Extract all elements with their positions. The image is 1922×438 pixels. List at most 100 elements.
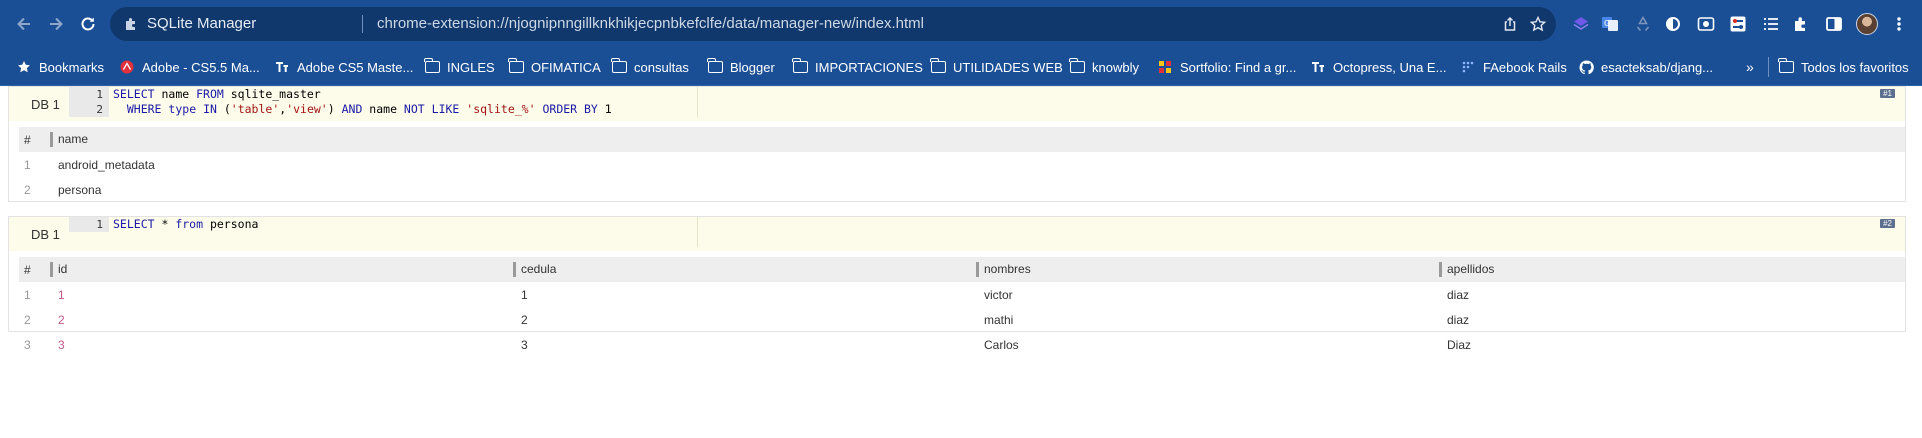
bookmark-label: Octopress, Una E... <box>1333 59 1447 75</box>
bookmark-folder-consultas[interactable]: consultas <box>610 58 689 76</box>
share-icon[interactable] <box>1501 15 1519 33</box>
forward-icon[interactable] <box>44 12 68 36</box>
sql-editor[interactable]: 1 SELECT * from persona <box>69 217 699 251</box>
circle-extension-icon[interactable] <box>1663 14 1683 34</box>
bookmark-sortfolio[interactable]: Sortfolio: Find a gr... <box>1157 58 1296 76</box>
translate-icon[interactable]: G <box>1600 14 1620 34</box>
column-header[interactable]: id <box>45 257 508 282</box>
url-text[interactable]: chrome-extension://njognipnngillknkhikje… <box>377 15 924 32</box>
sql-line-2: WHERE type IN ('table','view') AND name … <box>126 102 612 116</box>
reload-icon[interactable] <box>76 12 100 36</box>
column-header[interactable]: # <box>19 127 45 152</box>
row-number: 1 <box>24 287 31 302</box>
results-table: # id cedula nombres apellidos 1 1 1 vict… <box>19 257 1905 357</box>
row-number: 2 <box>24 312 31 327</box>
folder-icon <box>507 58 524 74</box>
table-cell: mathi <box>984 312 1014 327</box>
extensions-puzzle-icon[interactable] <box>1791 14 1811 34</box>
column-header-label: # <box>24 132 31 147</box>
bookmark-folder-ofimatica[interactable]: OFIMATICA <box>507 58 601 76</box>
table-row[interactable]: 1 1 1 victor diaz <box>19 282 1905 307</box>
table-cell: Carlos <box>984 337 1019 352</box>
bookmark-label: consultas <box>634 59 689 75</box>
line-number: 2 <box>69 102 109 117</box>
bookmark-label: FAebook Rails <box>1483 59 1567 75</box>
table-row[interactable]: 1 android_metadata <box>19 152 1905 177</box>
bookmark-adobe-cs5[interactable]: Adobe CS5 Maste... <box>274 58 413 76</box>
column-resize-handle[interactable] <box>976 262 979 278</box>
omnibox-divider <box>362 15 363 33</box>
bookmarks-overflow-button[interactable]: » <box>1746 58 1754 76</box>
table-cell: diaz <box>1447 287 1470 302</box>
bookmark-label: OFIMATICA <box>531 59 601 75</box>
table-row[interactable]: 2 persona <box>19 177 1905 202</box>
bookmark-label: esacteksab/djang... <box>1601 59 1714 75</box>
query-header: DB 1 1 2 SELECT name FROM sqlite_master … <box>9 87 1905 121</box>
bookmark-all-bookmarks[interactable]: Todos los favoritos <box>1777 58 1909 76</box>
column-header-label: cedula <box>521 261 557 276</box>
sql-editor[interactable]: 1 2 SELECT name FROM sqlite_master WHERE… <box>69 87 699 121</box>
site-name: SQLite Manager <box>147 15 257 32</box>
bookmark-faebook-rails[interactable]: FAebook Rails <box>1460 58 1567 76</box>
column-resize-handle[interactable] <box>1439 262 1442 278</box>
bookmark-github-esacteksab[interactable]: esacteksab/djang... <box>1578 58 1713 76</box>
query-header: DB 1 1 SELECT * from persona #2 <box>9 217 1905 251</box>
header-row: # id cedula nombres apellidos <box>19 257 1905 282</box>
column-header-label: name <box>58 131 89 146</box>
bookmark-star-icon[interactable] <box>1529 15 1547 33</box>
bookmark-label: knowbly <box>1092 59 1139 75</box>
table-cell: 1 <box>521 287 528 302</box>
line-number: 1 <box>69 217 109 232</box>
header-row: # name <box>19 127 1905 152</box>
recycle-icon[interactable] <box>1633 14 1653 34</box>
column-header-label: nombres <box>984 261 1031 276</box>
grid-icon <box>1157 60 1173 74</box>
row-number: 2 <box>24 182 31 197</box>
column-resize-handle[interactable] <box>50 262 53 278</box>
query-badge: #1 <box>1880 89 1895 98</box>
bookmarks-bar: Bookmarks Adobe - CS5.5 Ma... Adobe CS5 … <box>0 48 1922 86</box>
bookmark-folder-importaciones[interactable]: IMPORTACIONES <box>791 58 923 76</box>
table-cell: 3 <box>521 337 528 352</box>
back-icon[interactable] <box>12 12 36 36</box>
bookmark-label: Bookmarks <box>39 59 105 75</box>
column-header[interactable]: cedula <box>508 257 971 282</box>
bookmark-folder-blogger[interactable]: Blogger <box>706 58 775 76</box>
bookmark-folder-ingles[interactable]: INGLES <box>423 58 495 76</box>
column-header-label: apellidos <box>1447 261 1495 276</box>
profile-avatar[interactable] <box>1856 13 1878 35</box>
editor-edge <box>697 87 698 117</box>
media-extension-icon[interactable] <box>1696 14 1716 34</box>
github-icon <box>1578 59 1594 74</box>
column-resize-handle[interactable] <box>50 132 53 148</box>
bookmark-adobe-cs55[interactable]: Adobe - CS5.5 Ma... <box>119 58 260 76</box>
adobe-icon <box>119 60 135 74</box>
browser-toolbar: SQLite Manager chrome-extension://njogni… <box>0 0 1922 48</box>
address-bar[interactable]: SQLite Manager chrome-extension://njogni… <box>110 7 1556 41</box>
editor-edge <box>697 217 698 247</box>
table-row[interactable]: 3 3 3 Carlos Diaz <box>19 332 1905 357</box>
toggle-extension-icon[interactable] <box>1728 14 1748 34</box>
column-header[interactable]: name <box>45 127 1905 152</box>
line-number: 1 <box>69 87 109 102</box>
bookmark-bookmarks[interactable]: Bookmarks <box>16 58 104 76</box>
bookmark-octopress[interactable]: Octopress, Una E... <box>1310 58 1446 76</box>
extension-purple-icon[interactable] <box>1571 14 1591 34</box>
column-header[interactable]: apellidos <box>1434 257 1905 282</box>
menu-kebab-icon[interactable] <box>1889 14 1909 34</box>
column-header[interactable]: nombres <box>971 257 1434 282</box>
column-header[interactable]: # <box>19 257 45 282</box>
bookmark-label: IMPORTACIONES <box>815 59 923 75</box>
side-panel-icon[interactable] <box>1824 14 1844 34</box>
bookmark-folder-knowbly[interactable]: knowbly <box>1068 58 1139 76</box>
query-panel-2: DB 1 1 SELECT * from persona #2 # id ced… <box>8 216 1906 352</box>
table-cell: 3 <box>58 337 65 352</box>
column-resize-handle[interactable] <box>513 262 516 278</box>
bookmark-label: Sortfolio: Find a gr... <box>1180 59 1297 75</box>
bookmark-folder-utilidades-web[interactable]: UTILIDADES WEB <box>929 58 1063 76</box>
row-number: 1 <box>24 157 31 172</box>
folder-icon <box>929 58 946 74</box>
table-cell: diaz <box>1447 312 1470 327</box>
list-extension-icon[interactable] <box>1761 14 1781 34</box>
table-row[interactable]: 2 2 2 mathi diaz <box>19 307 1905 332</box>
